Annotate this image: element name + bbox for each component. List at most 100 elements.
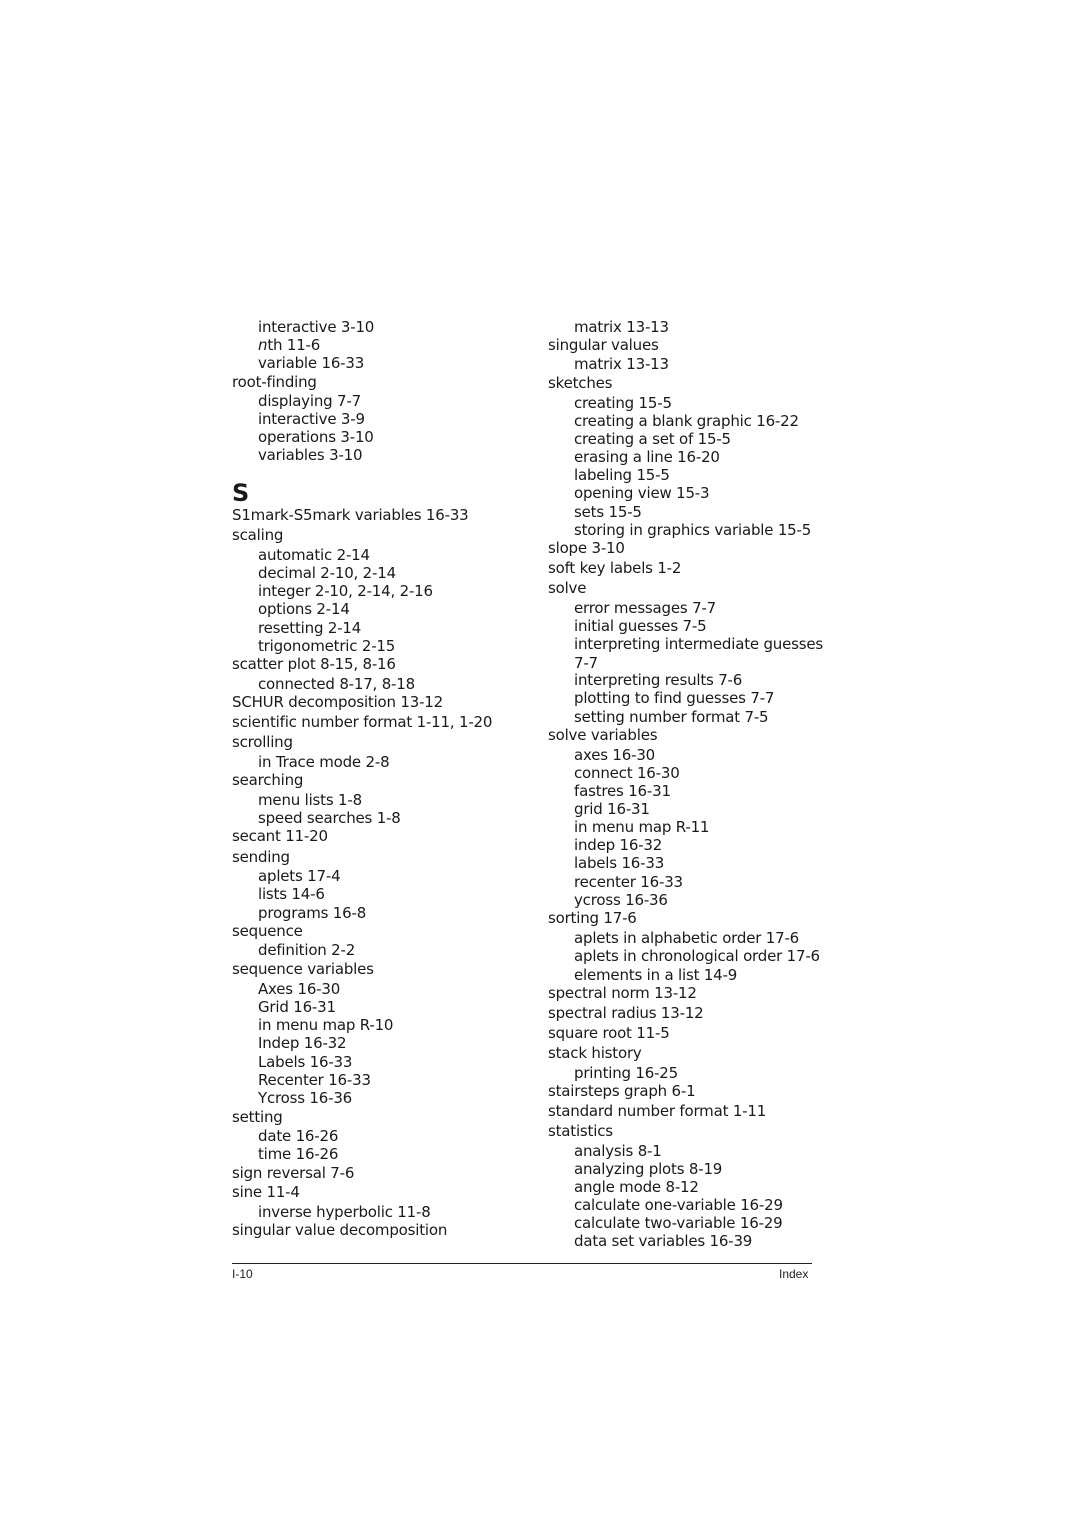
index-subentry: nth 11-6: [258, 336, 321, 354]
index-subentry: decimal 2-10, 2-14: [258, 564, 396, 582]
index-entry: sketches: [548, 374, 613, 392]
index-subentry: in menu map R-11: [574, 818, 710, 836]
index-subentry: trigonometric 2-15: [258, 637, 396, 655]
section-letter-heading: S: [232, 479, 250, 507]
index-subentry: interpreting intermediate guesses: [574, 635, 824, 653]
index-entry: stack history: [548, 1044, 642, 1062]
index-subentry: grid 16-31: [574, 800, 650, 818]
index-subentry: matrix 13-13: [574, 318, 669, 336]
index-subentry: fastres 16-31: [574, 782, 671, 800]
index-subentry: elements in a list 14-9: [574, 966, 738, 984]
index-subentry: Ycross 16-36: [258, 1089, 353, 1107]
index-subentry: Recenter 16-33: [258, 1071, 371, 1089]
index-subentry: connected 8-17, 8-18: [258, 675, 415, 693]
index-entry: singular values: [548, 336, 659, 354]
index-subentry: indep 16-32: [574, 836, 663, 854]
index-entry: sorting 17-6: [548, 909, 637, 927]
index-subentry: variables 3-10: [258, 446, 363, 464]
index-subentry: interactive 3-10: [258, 318, 375, 336]
footer-page-number: I-10: [232, 1267, 253, 1281]
index-subentry: time 16-26: [258, 1145, 339, 1163]
index-subentry: aplets in chronological order 17-6: [574, 947, 820, 965]
index-entry: SCHUR decomposition 13-12: [232, 693, 443, 711]
index-subentry: interpreting results 7-6: [574, 671, 743, 689]
index-entry: singular value decomposition: [232, 1221, 448, 1239]
index-subentry: recenter 16-33: [574, 873, 683, 891]
index-entry: secant 11-20: [232, 827, 328, 845]
footer-section-title: Index: [779, 1267, 809, 1281]
index-subentry: interactive 3-9: [258, 410, 365, 428]
index-subentry: integer 2-10, 2-14, 2-16: [258, 582, 433, 600]
index-subentry: calculate two-variable 16-29: [574, 1214, 783, 1232]
index-subentry: error messages 7-7: [574, 599, 716, 617]
index-entry: S1mark-S5mark variables 16-33: [232, 506, 469, 524]
index-entry: statistics: [548, 1122, 613, 1140]
index-subentry: analysis 8-1: [574, 1142, 662, 1160]
index-subentry: aplets in alphabetic order 17-6: [574, 929, 800, 947]
index-entry: slope 3-10: [548, 539, 625, 557]
index-subentry: creating a set of 15-5: [574, 430, 731, 448]
index-subentry: Grid 16-31: [258, 998, 336, 1016]
footer-divider: [232, 1263, 812, 1264]
index-subentry: sets 15-5: [574, 503, 642, 521]
index-entry: spectral radius 13-12: [548, 1004, 704, 1022]
index-subentry: angle mode 8-12: [574, 1178, 699, 1196]
index-subentry: Labels 16-33: [258, 1053, 353, 1071]
index-subentry: setting number format 7-5: [574, 708, 769, 726]
index-subentry: matrix 13-13: [574, 355, 669, 373]
index-subentry: menu lists 1-8: [258, 791, 362, 809]
index-subentry: creating a blank graphic 16-22: [574, 412, 799, 430]
index-subentry: automatic 2-14: [258, 546, 370, 564]
index-entry: root-finding: [232, 373, 317, 391]
index-entry: scientific number format 1-11, 1-20: [232, 713, 493, 731]
index-entry: scaling: [232, 526, 284, 544]
index-entry: solve: [548, 579, 587, 597]
index-entry: sequence: [232, 922, 303, 940]
index-subentry: aplets 17-4: [258, 867, 341, 885]
index-subentry: lists 14-6: [258, 885, 325, 903]
index-subentry: in menu map R-10: [258, 1016, 394, 1034]
index-subentry: resetting 2-14: [258, 619, 362, 637]
index-subentry: displaying 7-7: [258, 392, 361, 410]
index-subentry: analyzing plots 8-19: [574, 1160, 723, 1178]
index-subentry: operations 3-10: [258, 428, 374, 446]
index-subentry: printing 16-25: [574, 1064, 678, 1082]
index-subentry: labels 16-33: [574, 854, 665, 872]
index-subentry: axes 16-30: [574, 746, 656, 764]
index-subentry: in Trace mode 2-8: [258, 753, 390, 771]
index-entry: sequence variables: [232, 960, 374, 978]
index-entry: standard number format 1-11: [548, 1102, 767, 1120]
index-entry: scrolling: [232, 733, 293, 751]
index-subentry: erasing a line 16-20: [574, 448, 720, 466]
index-subentry: inverse hyperbolic 11-8: [258, 1203, 431, 1221]
index-subentry: data set variables 16-39: [574, 1232, 753, 1250]
index-subentry: calculate one-variable 16-29: [574, 1196, 783, 1214]
index-entry: spectral norm 13-12: [548, 984, 697, 1002]
index-entry: setting: [232, 1108, 283, 1126]
index-subentry: Axes 16-30: [258, 980, 341, 998]
index-subentry: 7-7: [574, 654, 598, 672]
index-entry: searching: [232, 771, 304, 789]
index-subentry: programs 16-8: [258, 904, 367, 922]
index-subentry: labeling 15-5: [574, 466, 670, 484]
index-subentry: storing in graphics variable 15-5: [574, 521, 812, 539]
index-subentry: speed searches 1-8: [258, 809, 401, 827]
index-subentry: opening view 15-3: [574, 484, 710, 502]
index-subentry: variable 16-33: [258, 354, 365, 372]
index-subentry: Indep 16-32: [258, 1034, 347, 1052]
index-entry: sign reversal 7-6: [232, 1164, 355, 1182]
index-subentry: plotting to find guesses 7-7: [574, 689, 775, 707]
index-subentry: date 16-26: [258, 1127, 339, 1145]
index-subentry: options 2-14: [258, 600, 350, 618]
index-subentry: connect 16-30: [574, 764, 680, 782]
index-entry: square root 11-5: [548, 1024, 670, 1042]
index-entry: sine 11-4: [232, 1183, 300, 1201]
index-entry: soft key labels 1-2: [548, 559, 682, 577]
index-entry: solve variables: [548, 726, 658, 744]
index-subentry: ycross 16-36: [574, 891, 668, 909]
index-entry: stairsteps graph 6-1: [548, 1082, 696, 1100]
index-entry: scatter plot 8-15, 8-16: [232, 655, 396, 673]
index-subentry: creating 15-5: [574, 394, 672, 412]
index-subentry: initial guesses 7-5: [574, 617, 707, 635]
index-entry: sending: [232, 848, 290, 866]
